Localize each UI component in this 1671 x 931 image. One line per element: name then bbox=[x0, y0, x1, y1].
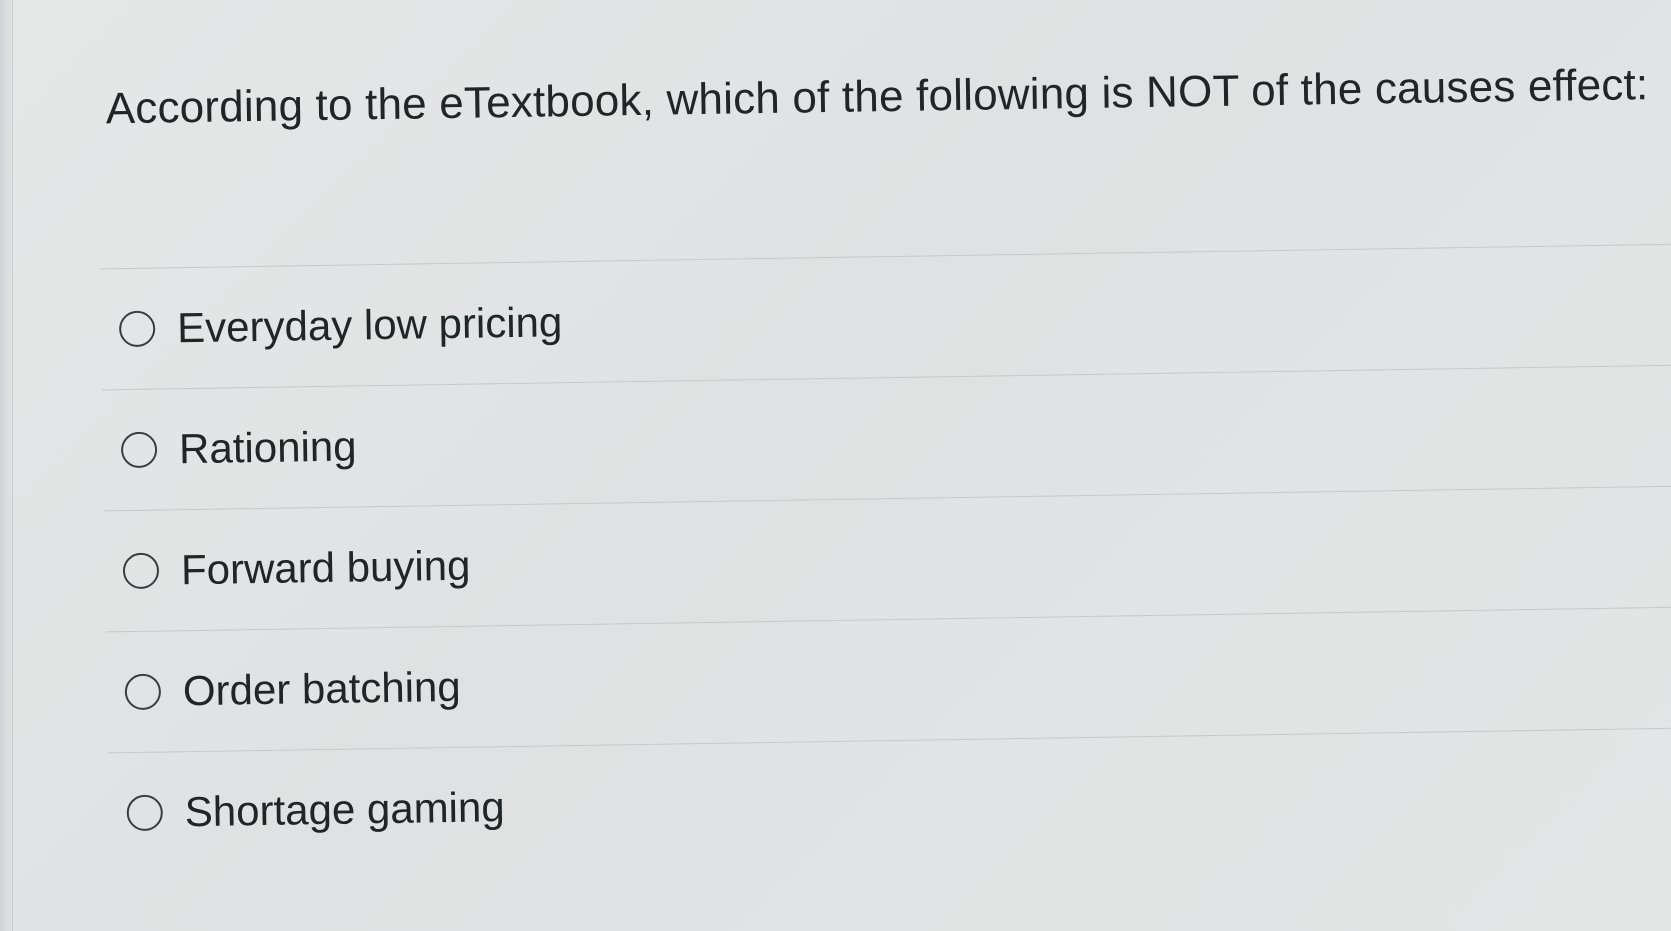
radio-button-icon[interactable] bbox=[124, 673, 162, 711]
radio-button-icon[interactable] bbox=[120, 431, 158, 469]
option-shortage-gaming[interactable]: Shortage gaming bbox=[108, 728, 1671, 873]
question-card: According to the eTextbook, which of the… bbox=[0, 0, 1671, 931]
option-label: Everyday low pricing bbox=[176, 298, 563, 352]
option-label: Rationing bbox=[178, 422, 357, 473]
option-label: Forward buying bbox=[180, 541, 471, 594]
question-text: According to the eTextbook, which of the… bbox=[105, 60, 1649, 134]
radio-button-icon[interactable] bbox=[118, 310, 156, 348]
option-label: Order batching bbox=[182, 662, 462, 715]
radio-button-icon[interactable] bbox=[126, 794, 164, 832]
option-label: Shortage gaming bbox=[184, 783, 505, 836]
answer-options-list: Everyday low pricing Rationing Forward b… bbox=[100, 243, 1671, 873]
radio-button-icon[interactable] bbox=[122, 552, 160, 590]
